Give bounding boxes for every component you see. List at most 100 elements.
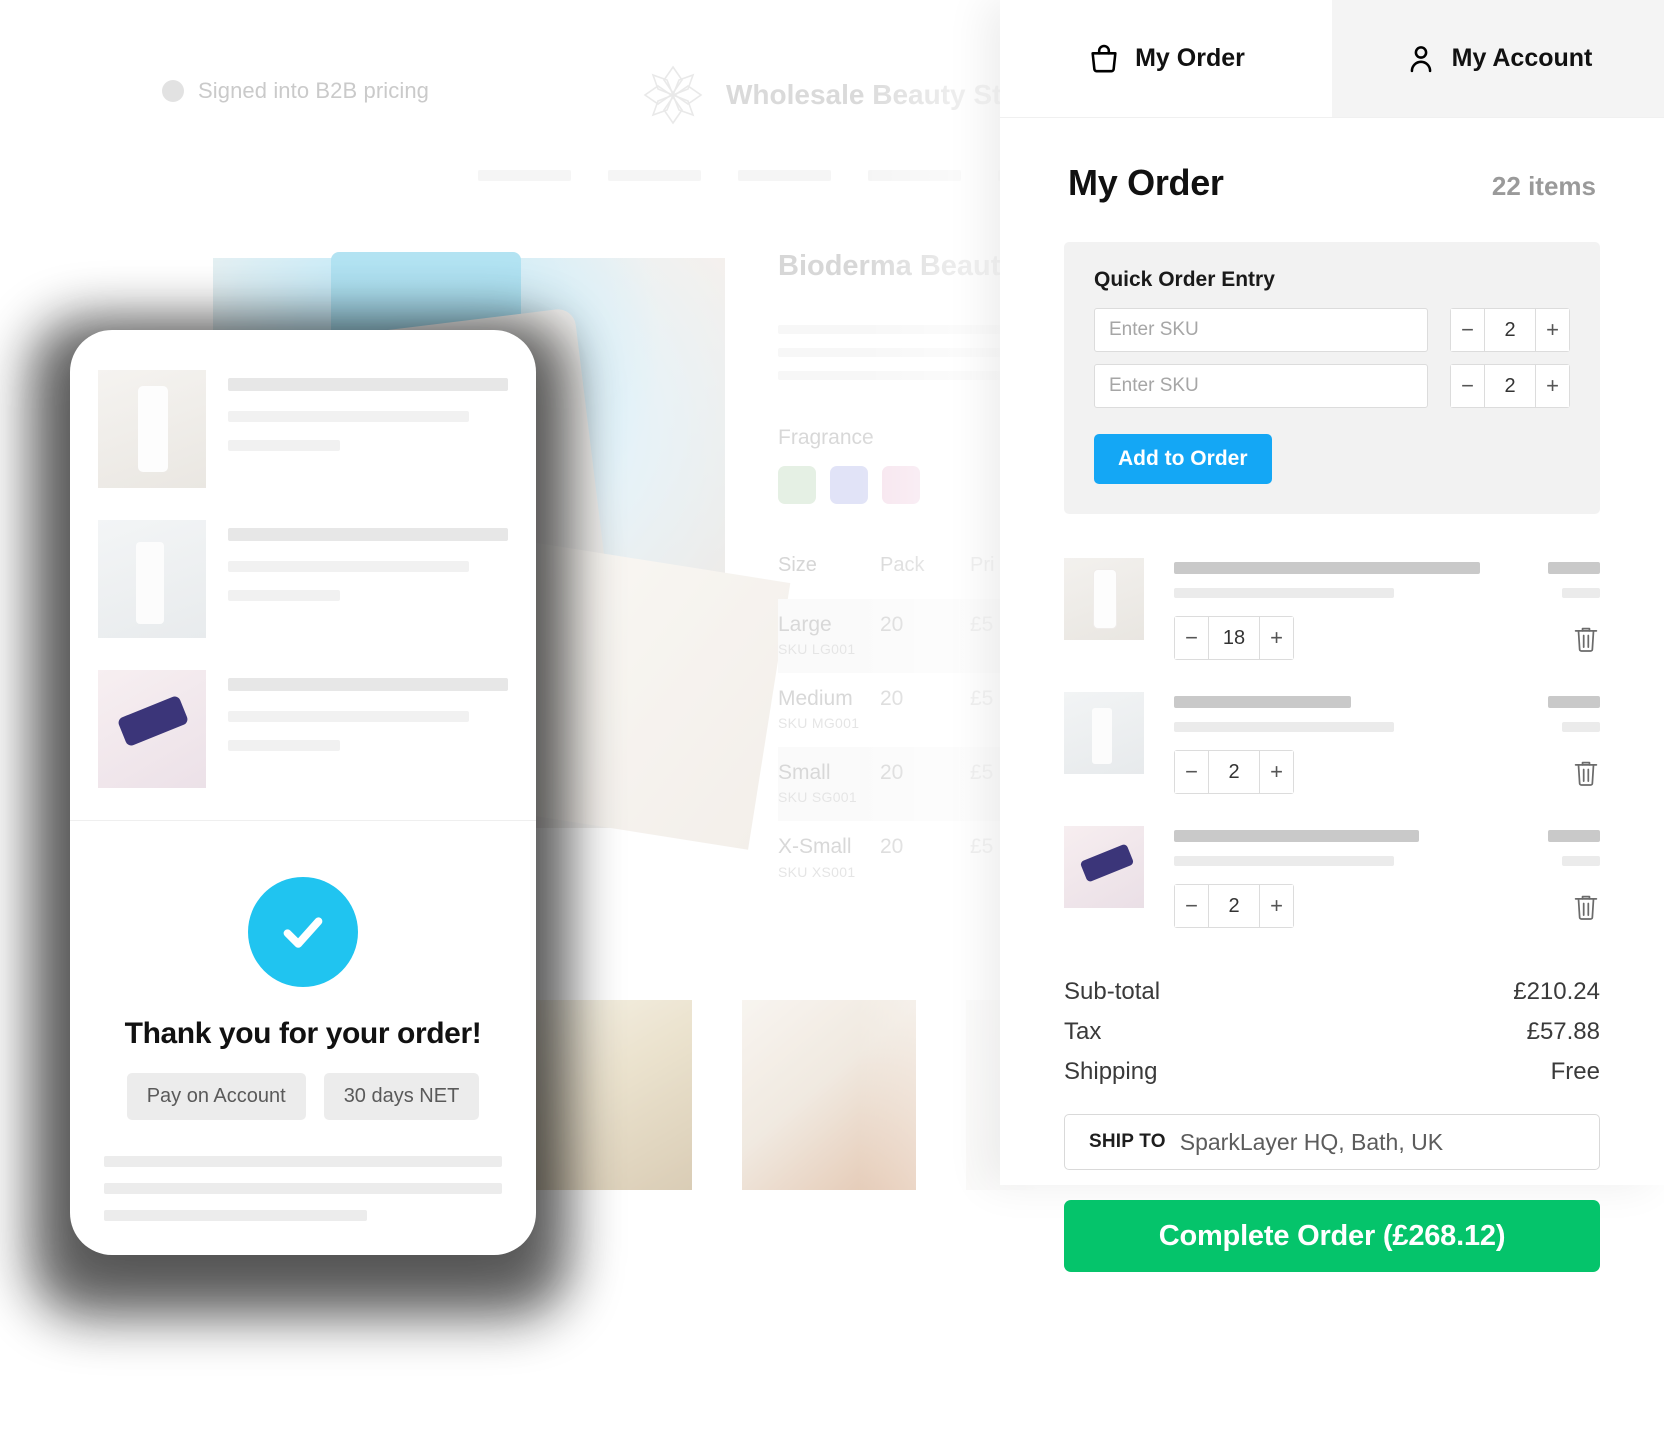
cart-item: − 2 +: [1064, 682, 1600, 816]
minus-icon[interactable]: −: [1450, 364, 1484, 408]
status-dot-icon: [162, 80, 184, 102]
subtotal-value: £210.24: [1513, 978, 1600, 1005]
product-meta-placeholder: [1174, 722, 1395, 732]
lotion-bottle-thumb: [98, 370, 206, 488]
cell-size: Small SKU SG001: [778, 761, 880, 805]
complete-order-button[interactable]: Complete Order (£268.12): [1064, 1200, 1600, 1272]
add-to-order-button[interactable]: Add to Order: [1094, 434, 1272, 484]
ship-to-label: SHIP TO: [1089, 1131, 1166, 1152]
tab-my-order-label: My Order: [1135, 44, 1245, 72]
text-placeholder-line: [228, 378, 508, 391]
minus-icon[interactable]: −: [1174, 884, 1208, 928]
check-circle-icon: [248, 877, 358, 987]
brand: Wholesale Beauty St: [640, 62, 1001, 128]
quick-order-row: − 2 +: [1094, 308, 1570, 352]
list-item-placeholders: [228, 670, 508, 788]
brand-name: Wholesale Beauty St: [726, 79, 1002, 110]
purple-tube-thumb: [98, 670, 206, 788]
pay-on-account-badge: Pay on Account: [126, 1073, 306, 1120]
tab-my-account-label: My Account: [1451, 44, 1593, 72]
sku-input[interactable]: [1094, 364, 1428, 408]
pink-swatch[interactable]: [882, 466, 920, 504]
cell-size: Medium SKU MG001: [778, 687, 880, 731]
cart-item-actions: [1480, 692, 1600, 788]
plus-icon[interactable]: +: [1260, 884, 1294, 928]
tax-label: Tax: [1064, 1018, 1102, 1045]
quick-order-entry: Quick Order Entry − 2 + − 2 + Add to Ord…: [1064, 242, 1600, 514]
total-row-tax: Tax £57.88: [1064, 1012, 1600, 1052]
cart-item: − 2 +: [1064, 816, 1600, 950]
price-sub-placeholder: [1562, 722, 1600, 732]
nav-item-placeholder[interactable]: [478, 170, 571, 181]
green-swatch[interactable]: [778, 466, 816, 504]
text-placeholder-line: [228, 740, 340, 751]
list-item[interactable]: [98, 370, 508, 488]
quantity-value[interactable]: 2: [1208, 750, 1260, 794]
cart-item-actions: [1480, 558, 1600, 654]
column-header-size: Size: [778, 554, 817, 576]
sku-label: SKU XS001: [778, 863, 856, 880]
minus-icon[interactable]: −: [1174, 750, 1208, 794]
product-thumbnail[interactable]: [742, 1000, 916, 1190]
price-placeholder: [1548, 830, 1600, 842]
cart-item-actions: [1480, 826, 1600, 922]
list-item-placeholders: [228, 370, 508, 488]
plus-icon[interactable]: +: [1260, 750, 1294, 794]
net-terms-badge: 30 days NET: [323, 1073, 480, 1120]
product-meta-placeholder: [1174, 588, 1395, 598]
quantity-value[interactable]: 18: [1208, 616, 1260, 660]
quantity-value[interactable]: 2: [1484, 308, 1536, 352]
main-nav[interactable]: [478, 170, 1088, 181]
text-placeholder-line: [228, 590, 340, 601]
text-placeholder-line: [228, 440, 340, 451]
nav-item-placeholder[interactable]: [738, 170, 831, 181]
trash-icon[interactable]: [1572, 758, 1600, 788]
trash-icon[interactable]: [1572, 624, 1600, 654]
cart-item-details: − 2 +: [1144, 826, 1480, 928]
minus-icon[interactable]: −: [1450, 308, 1484, 352]
quantity-value[interactable]: 2: [1208, 884, 1260, 928]
minus-icon[interactable]: −: [1174, 616, 1208, 660]
sku-input[interactable]: [1094, 308, 1428, 352]
price-sub-placeholder: [1562, 588, 1600, 598]
ship-to-selector[interactable]: SHIP TO SparkLayer HQ, Bath, UK: [1064, 1114, 1600, 1170]
nav-item-placeholder[interactable]: [608, 170, 701, 181]
list-item[interactable]: [98, 670, 508, 788]
quantity-stepper: − 18 +: [1174, 616, 1294, 660]
phone-mockup: Thank you for your order! Pay on Account…: [70, 330, 536, 1255]
shipping-value: Free: [1550, 1058, 1600, 1085]
text-placeholder-line: [104, 1156, 502, 1167]
cell-pack: 20: [880, 613, 904, 636]
cell-pack: 20: [880, 761, 904, 785]
list-item[interactable]: [98, 520, 508, 638]
tab-my-order[interactable]: My Order: [1000, 0, 1332, 117]
cart-item-details: − 18 +: [1144, 558, 1480, 660]
quantity-stepper: − 2 +: [1450, 364, 1570, 408]
order-panel: My Order My Account My Order 22 items Qu…: [1000, 0, 1664, 1272]
cell-pack: 20: [880, 835, 904, 859]
phone-order-list: [70, 330, 536, 788]
nav-item-placeholder[interactable]: [868, 170, 961, 181]
lotion-bottle-thumb[interactable]: [1064, 558, 1144, 640]
cocooil-bottle-thumb: [98, 520, 206, 638]
plus-icon[interactable]: +: [1536, 364, 1570, 408]
cocooil-bottle-thumb[interactable]: [1064, 692, 1144, 774]
plus-icon[interactable]: +: [1260, 616, 1294, 660]
payment-badges: Pay on Account 30 days NET: [104, 1073, 502, 1120]
shipping-label: Shipping: [1064, 1058, 1158, 1085]
confirmation-placeholders: [104, 1156, 502, 1221]
b2b-status: Signed into B2B pricing: [162, 78, 429, 104]
purple-tube-thumb[interactable]: [1064, 826, 1144, 908]
column-header-pack: Pack: [880, 554, 925, 576]
trash-icon[interactable]: [1572, 892, 1600, 922]
text-placeholder-line: [228, 528, 508, 541]
size-label: Large: [778, 613, 832, 636]
sku-label: SKU MG001: [778, 715, 860, 732]
confirmation-title: Thank you for your order!: [124, 1017, 482, 1050]
blue-swatch[interactable]: [830, 466, 868, 504]
quantity-value[interactable]: 2: [1484, 364, 1536, 408]
tab-my-account[interactable]: My Account: [1332, 0, 1664, 117]
plus-icon[interactable]: +: [1536, 308, 1570, 352]
b2b-status-label: Signed into B2B pricing: [198, 78, 430, 103]
order-totals: Sub-total £210.24 Tax £57.88 Shipping Fr…: [1064, 972, 1600, 1092]
